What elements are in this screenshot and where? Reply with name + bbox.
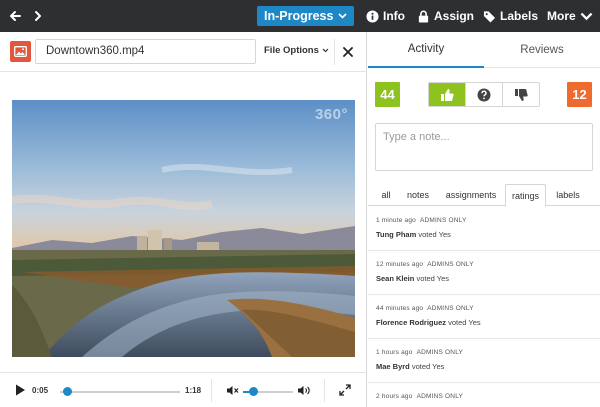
feed-time: 1 hours ago xyxy=(376,349,413,356)
feed-item: 12 minutes ago ADMINS ONLY Sean Klein vo… xyxy=(368,251,600,295)
expand-icon[interactable] xyxy=(339,384,351,396)
note-input[interactable] xyxy=(375,123,593,171)
vote-group xyxy=(428,82,540,107)
no-count: 12 xyxy=(567,82,592,107)
lock-icon xyxy=(418,10,429,23)
back-button[interactable] xyxy=(5,6,25,26)
thumbs-down-icon xyxy=(515,88,528,101)
chevron-right-icon xyxy=(35,11,41,21)
arrow-left-icon xyxy=(10,11,21,21)
file-options-label: File Options xyxy=(264,45,319,56)
image-icon xyxy=(10,41,31,62)
info-icon xyxy=(366,9,379,23)
more-label: More xyxy=(547,9,576,23)
close-button[interactable] xyxy=(334,39,360,65)
yes-count: 44 xyxy=(375,82,400,107)
badge-360: 360° xyxy=(314,106,348,123)
chevron-down-icon xyxy=(580,12,593,20)
feed-text: Florence Rodriguez voted Yes xyxy=(376,318,592,327)
media-panel: Downtown360.mp4 File Options 360° 0:05 1… xyxy=(0,32,367,407)
feed-scope: ADMINS ONLY xyxy=(420,217,467,224)
activity-filters: all notes assignments ratings labels xyxy=(368,184,600,207)
file-options-dropdown[interactable]: File Options xyxy=(264,45,329,56)
feed-time: 12 minutes ago xyxy=(376,261,424,268)
feed-user[interactable]: Sean Klein xyxy=(376,274,414,283)
filter-assignments[interactable]: assignments xyxy=(440,184,502,206)
forward-button[interactable] xyxy=(28,6,48,26)
feed-scope: ADMINS ONLY xyxy=(416,349,464,356)
media-viewer[interactable]: 360° xyxy=(12,100,355,357)
close-icon xyxy=(342,47,353,57)
feed-time: 44 minutes ago xyxy=(376,305,424,312)
chevron-down-icon xyxy=(322,48,329,53)
panel-tabs: Activity Reviews xyxy=(368,32,600,68)
chevron-down-icon xyxy=(338,13,348,19)
filter-all[interactable]: all xyxy=(374,184,398,206)
feed-meta: 1 minute ago ADMINS ONLY xyxy=(376,217,592,224)
rating-row: 44 12 xyxy=(368,82,600,110)
feed-text: Mae Byrd voted Yes xyxy=(376,362,592,371)
feed-action: voted Yes xyxy=(411,362,445,371)
file-bar: Downtown360.mp4 File Options xyxy=(0,32,367,72)
vote-yes-button[interactable] xyxy=(429,83,466,106)
feed-user[interactable]: Tung Pham xyxy=(376,230,416,239)
feed-text: Tung Pham voted Yes xyxy=(376,230,592,239)
tab-reviews[interactable]: Reviews xyxy=(484,32,600,68)
activity-panel: Activity Reviews 44 12 all notes assignm… xyxy=(368,32,600,407)
feed-time: 2 hours ago xyxy=(376,393,413,400)
feed-action: voted Yes xyxy=(416,274,449,283)
video-frame xyxy=(12,100,355,357)
file-name-field[interactable]: Downtown360.mp4 xyxy=(35,39,256,64)
play-icon[interactable] xyxy=(14,383,26,397)
feed-meta: 12 minutes ago ADMINS ONLY xyxy=(376,261,592,268)
status-label: In-Progress xyxy=(264,9,334,23)
feed-scope: ADMINS ONLY xyxy=(427,261,474,268)
mute-icon[interactable] xyxy=(226,385,239,396)
volume-handle[interactable] xyxy=(248,387,258,396)
divider xyxy=(211,379,212,402)
current-time: 0:05 xyxy=(32,386,49,395)
feed-item: 1 minute ago ADMINS ONLY Tung Pham voted… xyxy=(368,207,600,251)
info-button[interactable]: Info xyxy=(366,7,405,25)
assign-button[interactable]: Assign xyxy=(417,7,474,25)
vote-no-button[interactable] xyxy=(503,83,539,106)
filter-ratings[interactable]: ratings xyxy=(505,184,546,207)
activity-feed: 1 minute ago ADMINS ONLY Tung Pham voted… xyxy=(368,207,600,407)
tag-icon xyxy=(483,10,496,23)
more-button[interactable]: More xyxy=(547,7,593,25)
question-icon xyxy=(477,88,491,101)
feed-meta: 1 hours ago ADMINS ONLY xyxy=(376,349,592,356)
seek-handle[interactable] xyxy=(63,387,73,396)
volume-icon[interactable] xyxy=(297,385,311,396)
labels-button[interactable]: Labels xyxy=(483,7,538,25)
thumbs-up-icon xyxy=(441,88,454,101)
labels-label: Labels xyxy=(500,9,539,23)
player-controls: 0:05 1:18 xyxy=(0,372,367,407)
feed-scope: ADMINS ONLY xyxy=(427,305,474,312)
info-label: Info xyxy=(383,9,405,23)
feed-action: voted Yes xyxy=(418,230,451,239)
assign-label: Assign xyxy=(434,9,475,23)
duration: 1:18 xyxy=(185,386,202,395)
feed-user[interactable]: Mae Byrd xyxy=(376,362,410,371)
filter-labels[interactable]: labels xyxy=(552,184,584,206)
status-dropdown[interactable]: In-Progress xyxy=(257,6,355,26)
filter-notes[interactable]: notes xyxy=(403,184,433,206)
tab-activity[interactable]: Activity xyxy=(368,32,484,68)
feed-action: voted Yes xyxy=(448,318,481,327)
vote-maybe-button[interactable] xyxy=(466,83,503,106)
divider xyxy=(324,379,325,402)
feed-time: 1 minute ago xyxy=(376,217,416,224)
feed-meta: 44 minutes ago ADMINS ONLY xyxy=(376,305,592,312)
feed-meta: 2 hours ago ADMINS ONLY xyxy=(376,393,592,400)
feed-item: 44 minutes ago ADMINS ONLY Florence Rodr… xyxy=(368,295,600,339)
feed-item: 1 hours ago ADMINS ONLY Mae Byrd voted Y… xyxy=(368,339,600,383)
top-bar: In-Progress Info Assign Labels More xyxy=(0,0,600,32)
feed-item: 2 hours ago ADMINS ONLY xyxy=(368,383,600,407)
feed-scope: ADMINS ONLY xyxy=(416,393,464,400)
seek-bar[interactable] xyxy=(60,391,180,393)
feed-user[interactable]: Florence Rodriguez xyxy=(376,318,446,327)
feed-text: Sean Klein voted Yes xyxy=(376,274,592,283)
